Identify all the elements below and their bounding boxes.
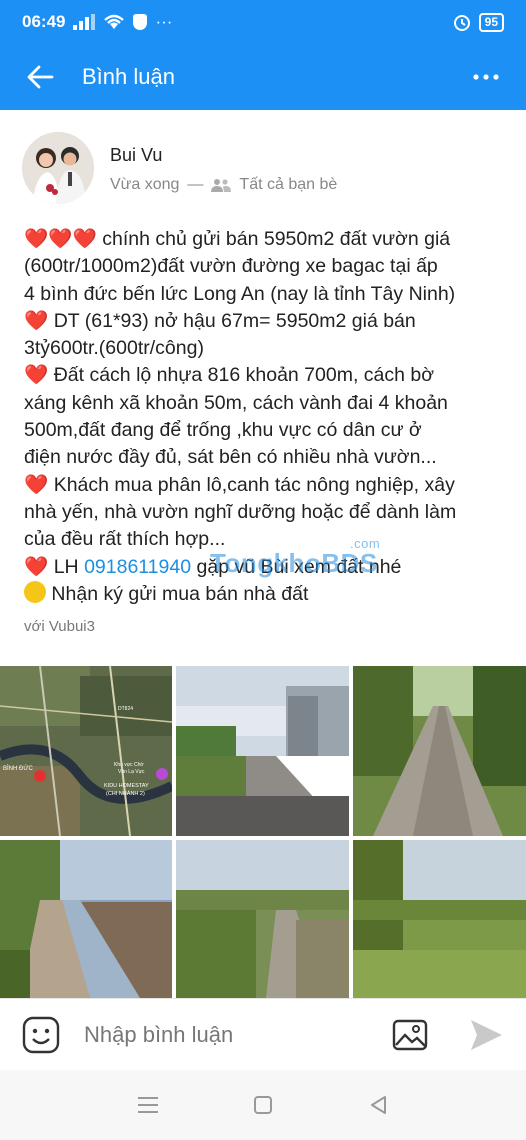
heart-icon: ❤️	[24, 364, 49, 387]
photo-field-path[interactable]	[176, 840, 349, 998]
smile-emoji-icon	[24, 580, 46, 603]
comment-bar	[0, 998, 526, 1070]
heart-icon: ❤️	[24, 555, 49, 578]
system-back-button[interactable]	[358, 1085, 398, 1125]
alarm-icon	[453, 15, 470, 31]
back-button[interactable]	[20, 57, 60, 97]
image-icon[interactable]	[392, 1017, 428, 1053]
more-notifications-icon: ···	[155, 12, 173, 31]
photo-dirt-road[interactable]	[353, 666, 526, 836]
heart-icon: ❤️	[24, 309, 49, 332]
status-bar: 06:49 ··· 95	[0, 0, 526, 44]
post-audience: Tất cả bạn bè	[239, 175, 338, 193]
phone-link[interactable]: 0918611940	[84, 556, 191, 578]
heart-icon: ❤️❤️❤️	[24, 228, 97, 250]
menu-icon	[137, 1097, 158, 1113]
status-time: 06:49	[22, 12, 66, 31]
svg-text:Khu vực Chờ: Khu vực Chờ	[114, 762, 144, 768]
heart-icon: ❤️	[24, 473, 49, 496]
battery-icon: 95	[478, 12, 504, 32]
svg-text:BÌNH ĐỨC: BÌNH ĐỨC	[3, 765, 33, 772]
home-icon	[253, 1096, 272, 1114]
avatar[interactable]	[22, 132, 94, 204]
svg-text:(CHI NHÁNH 2): (CHI NHÁNH 2)	[106, 790, 145, 797]
signal-icon	[73, 14, 96, 30]
send-icon[interactable]	[468, 1017, 504, 1053]
app-header: Bình luận	[0, 44, 526, 110]
wifi-icon	[104, 14, 125, 29]
svg-text:DT824: DT824	[118, 706, 133, 712]
photo-canal-path[interactable]	[0, 840, 172, 998]
sticker-icon[interactable]	[22, 1016, 60, 1054]
page-title: Bình luận	[82, 64, 175, 89]
author-name[interactable]: Bui Vu	[110, 145, 337, 166]
shield-icon	[133, 14, 148, 30]
tagged-friends[interactable]: với Vubui3	[24, 618, 95, 635]
comment-input[interactable]	[84, 1021, 374, 1048]
recent-apps-button[interactable]	[128, 1085, 168, 1125]
more-dots-icon	[473, 74, 499, 80]
svg-text:KIDU HOMESTAY: KIDU HOMESTAY	[104, 783, 149, 789]
separator: —	[187, 175, 204, 193]
back-arrow-icon	[27, 65, 54, 89]
photo-road-building[interactable]	[176, 666, 349, 836]
photo-grid: BÌNH ĐỨC DT824 Khu vực Chờ Văn Lạ Vực KI…	[0, 666, 526, 998]
more-options-button[interactable]	[466, 57, 506, 97]
back-icon	[371, 1096, 387, 1114]
friends-icon	[211, 178, 232, 192]
post-author: Bui Vu Vừa xong — Tất cả bạn bè	[22, 132, 337, 204]
post-time: Vừa xong	[110, 175, 180, 193]
photo-map[interactable]: BÌNH ĐỨC DT824 Khu vực Chờ Văn Lạ Vực KI…	[0, 666, 172, 836]
svg-text:Văn Lạ Vực: Văn Lạ Vực	[118, 769, 145, 775]
photo-grass-field[interactable]	[353, 840, 526, 998]
system-nav-bar	[0, 1070, 526, 1140]
post-content: ❤️❤️❤️ chính chủ gửi bán 5950m2 đất vườn…	[24, 228, 457, 605]
home-button[interactable]	[243, 1085, 283, 1125]
